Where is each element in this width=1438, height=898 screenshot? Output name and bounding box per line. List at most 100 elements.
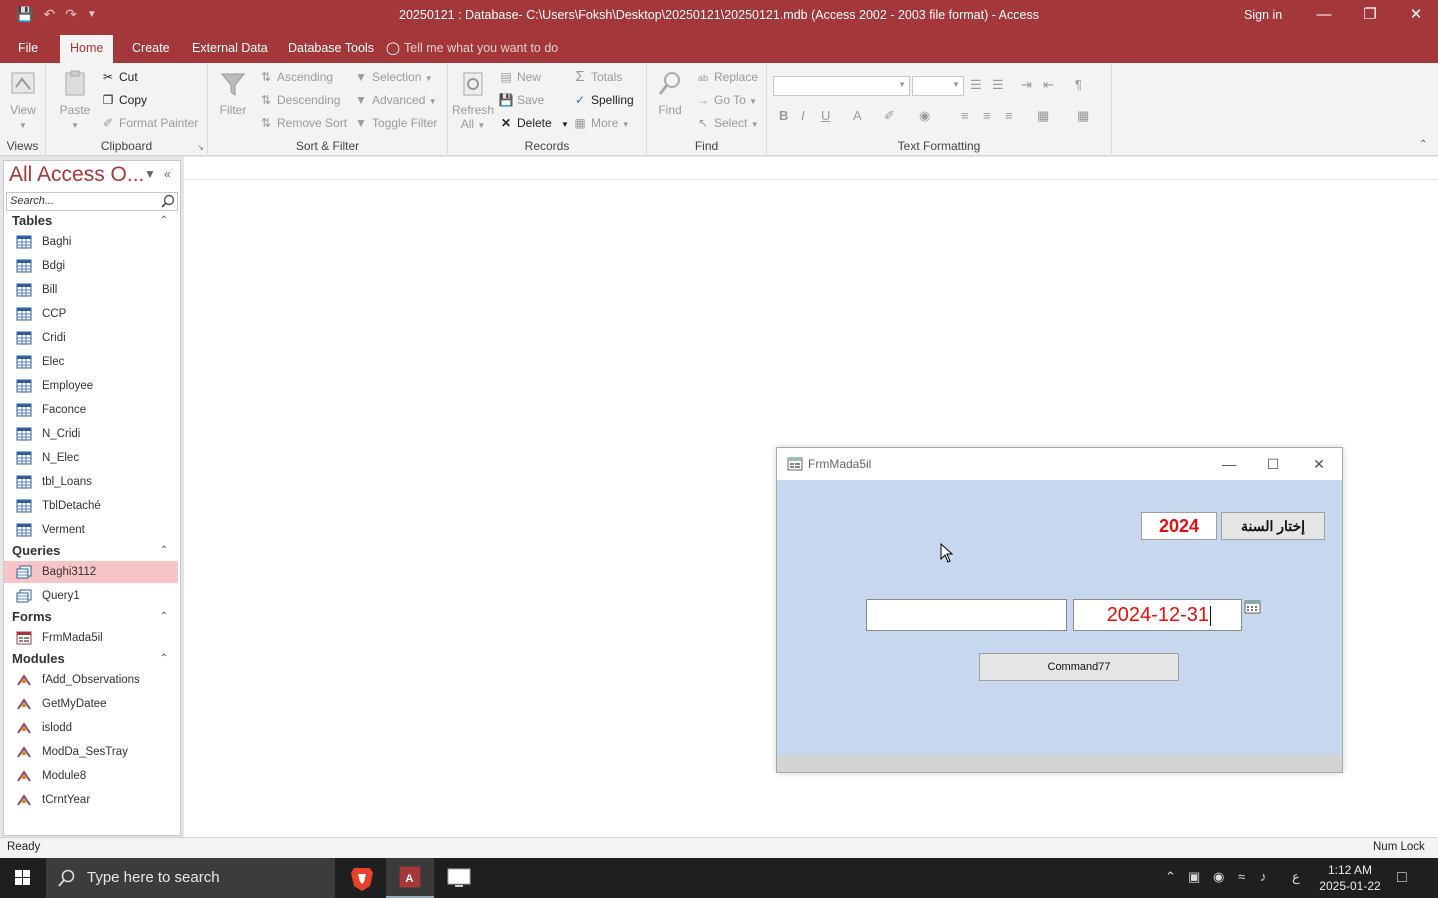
taskbar-search-box[interactable]: Type here to search (46, 858, 335, 898)
command77-button[interactable]: Command77 (979, 653, 1179, 681)
fill-color-icon[interactable]: ◉ (919, 108, 930, 124)
nav-item-fadd-observations[interactable]: fAdd_Observations (4, 669, 178, 691)
tray-meet-icon[interactable]: ◉ (1213, 869, 1224, 885)
section-tables[interactable]: Tables ⌃ (4, 211, 180, 231)
italic-icon[interactable]: I (801, 108, 805, 123)
nav-menu-dropdown-icon[interactable]: ▼ (144, 167, 156, 181)
goto-button[interactable]: → Go To ▼ (695, 90, 757, 110)
nav-item-tbl-loans[interactable]: tbl_Loans (4, 471, 178, 493)
nav-item-baghi[interactable]: Baghi (4, 231, 178, 253)
highlight-icon[interactable]: ✐ (884, 108, 895, 124)
delete-record-button[interactable]: ✕ Delete ▼ (498, 113, 569, 133)
year-field[interactable]: 2024 (1141, 512, 1217, 540)
tell-me-box[interactable]: ◯ Tell me what you want to do (386, 35, 568, 63)
totals-button[interactable]: Σ Totals (572, 67, 622, 87)
result-text-field[interactable] (866, 599, 1067, 631)
nav-item-getmydatee[interactable]: GetMyDatee (4, 693, 178, 715)
collapse-section-icon[interactable]: ⌃ (160, 607, 168, 627)
save-record-button[interactable]: 💾 Save (498, 90, 545, 110)
tab-home[interactable]: Home (60, 35, 114, 63)
increase-indent-icon[interactable]: ⇥ (1021, 77, 1032, 93)
section-queries[interactable]: Queries ⌃ (4, 541, 180, 561)
section-forms[interactable]: Forms ⌃ (4, 607, 180, 627)
bold-icon[interactable]: B (779, 108, 788, 123)
brave-browser-icon[interactable] (338, 858, 386, 898)
input-language-indicator[interactable]: ع (1292, 869, 1300, 885)
nav-item-frmmada5il[interactable]: FrmMada5il (4, 627, 178, 649)
nav-item-islodd[interactable]: islodd (4, 717, 178, 739)
remote-desktop-icon[interactable] (435, 858, 483, 898)
remove-sort-button[interactable]: ⇅ Remove Sort (258, 113, 347, 133)
cut-button[interactable]: ✂ Cut (100, 67, 138, 87)
collapse-section-icon[interactable]: ⌃ (160, 541, 168, 561)
replace-button[interactable]: ab Replace (695, 67, 758, 87)
nav-item-n-elec[interactable]: N_Elec (4, 447, 178, 469)
toggle-filter-button[interactable]: ▼ Toggle Filter (353, 113, 437, 133)
font-name-select[interactable]: ▼ (773, 76, 910, 96)
restore-icon[interactable]: ❐ (1350, 4, 1390, 26)
shutter-bar-collapse-icon[interactable]: « (164, 167, 171, 181)
tab-file[interactable]: File (8, 35, 48, 63)
underline-icon[interactable]: U (821, 108, 830, 123)
spelling-button[interactable]: ✓ Spelling (572, 90, 634, 110)
nav-item-query1[interactable]: Query1 (4, 585, 178, 607)
gridlines-icon[interactable]: ▦ (1077, 108, 1089, 124)
filter-button[interactable]: Filter (216, 69, 250, 117)
descending-button[interactable]: ⇅ Descending (258, 90, 340, 110)
nav-item-tcrntyear[interactable]: tCrntYear (4, 789, 178, 811)
tab-database-tools[interactable]: Database Tools (278, 35, 384, 63)
numbering-icon[interactable]: ☰ (992, 77, 1004, 93)
nav-item-elec[interactable]: Elec (4, 351, 178, 373)
format-painter-button[interactable]: ✐ Format Painter (100, 113, 198, 133)
nav-item-cridi[interactable]: Cridi (4, 327, 178, 349)
decrease-indent-icon[interactable]: ⇤ (1043, 77, 1054, 93)
nav-item-modda-sestray[interactable]: ModDa_SesTray (4, 741, 178, 763)
form-minimize-icon[interactable]: — (1214, 453, 1244, 475)
paragraph-direction-icon[interactable]: ¶ (1075, 77, 1082, 92)
tab-external-data[interactable]: External Data (182, 35, 278, 63)
advanced-button[interactable]: ▼ Advanced ▼ (353, 90, 437, 110)
nav-item-baghi3112[interactable]: Baghi3112 (4, 561, 178, 583)
date-field[interactable]: 2024-12-31 (1073, 599, 1242, 631)
align-left-icon[interactable]: ≡ (961, 108, 969, 123)
form-close-icon[interactable]: ✕ (1304, 453, 1334, 475)
selection-button[interactable]: ▼ Selection ▼ (353, 67, 433, 87)
bullets-icon[interactable]: ☰ (970, 77, 982, 93)
alternate-row-color-icon[interactable]: ▦ (1037, 108, 1049, 124)
search-icon[interactable] (159, 193, 177, 210)
nav-item-bdgi[interactable]: Bdgi (4, 255, 178, 277)
nav-header[interactable]: All Access O... (9, 163, 144, 187)
align-right-icon[interactable]: ≡ (1005, 108, 1013, 123)
clipboard-launcher-icon[interactable]: ↘ (197, 143, 204, 152)
section-modules[interactable]: Modules ⌃ (4, 649, 180, 669)
new-record-button[interactable]: ▤ New (498, 67, 541, 87)
align-center-icon[interactable]: ≡ (983, 108, 991, 123)
form-title-bar[interactable]: FrmMada5il — ☐ ✕ (777, 448, 1342, 480)
choose-year-button[interactable]: إختار السنة (1221, 512, 1325, 540)
nav-item-module8[interactable]: Module8 (4, 765, 178, 787)
minimize-icon[interactable]: — (1304, 4, 1344, 26)
paste-button[interactable]: Paste ▼ (58, 69, 92, 131)
tray-device-icon[interactable]: ▣ (1188, 869, 1200, 885)
find-button[interactable]: Find (653, 69, 687, 117)
volume-icon[interactable]: ♪ (1260, 869, 1267, 884)
collapse-ribbon-icon[interactable]: ⌃ (1419, 139, 1427, 150)
windows-start-icon[interactable] (0, 858, 46, 898)
wifi-icon[interactable]: ≈ (1238, 869, 1245, 884)
tab-create[interactable]: Create (122, 35, 180, 63)
collapse-section-icon[interactable]: ⌃ (160, 211, 168, 231)
nav-item-faconce[interactable]: Faconce (4, 399, 178, 421)
copy-button[interactable]: ❐ Copy (100, 90, 147, 110)
nav-item-employee[interactable]: Employee (4, 375, 178, 397)
notification-center-icon[interactable]: □ (1397, 869, 1407, 887)
nav-item-tbldetach-[interactable]: TblDetaché (4, 495, 178, 517)
nav-item-n-cridi[interactable]: N_Cridi (4, 423, 178, 445)
view-button[interactable]: View ▼ (6, 69, 40, 131)
nav-item-verment[interactable]: Verment (4, 519, 178, 541)
access-app-icon[interactable]: A (386, 858, 434, 898)
form-maximize-icon[interactable]: ☐ (1258, 453, 1288, 475)
refresh-all-button[interactable]: Refresh All ▼ (452, 69, 494, 131)
taskbar-clock[interactable]: 1:12 AM 2025-01-22 (1318, 862, 1382, 894)
sign-in-link[interactable]: Sign in (1244, 8, 1282, 22)
more-button[interactable]: ▦ More ▼ (572, 113, 629, 133)
